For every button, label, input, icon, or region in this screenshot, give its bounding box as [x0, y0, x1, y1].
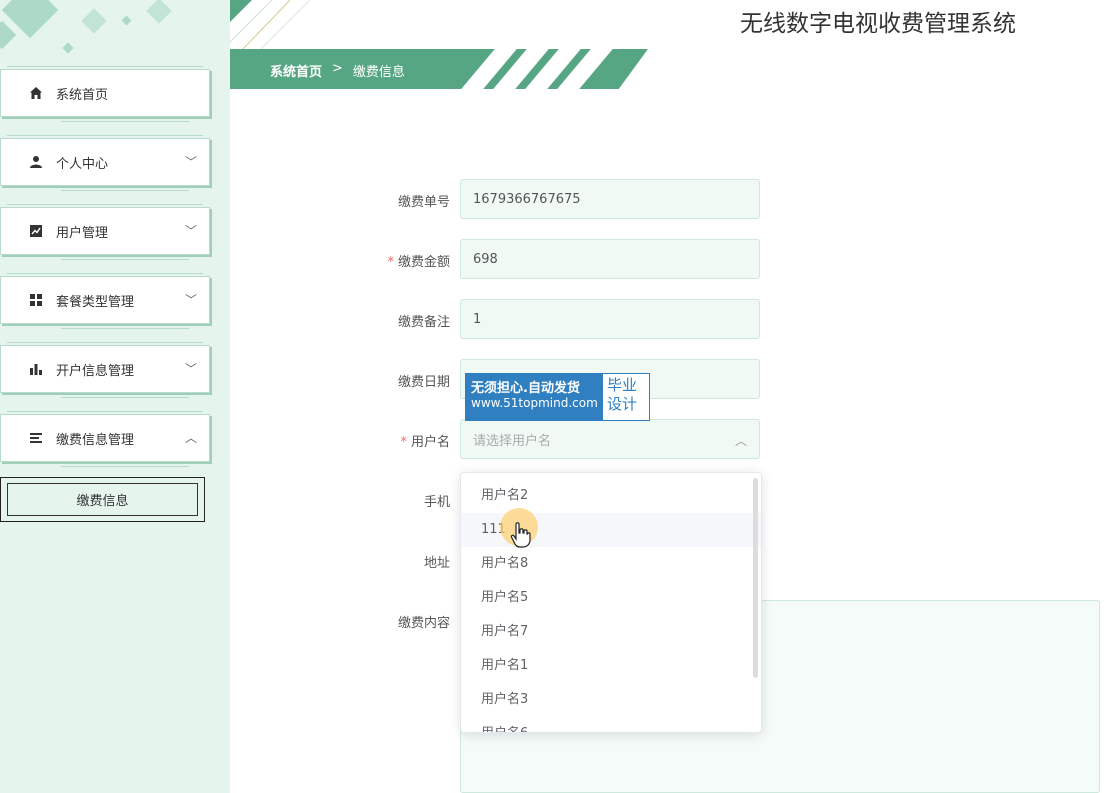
watermark-side: 毕业 设计	[603, 374, 649, 420]
dropdown-option[interactable]: 用户名5	[461, 581, 761, 615]
app-title: 无线数字电视收费管理系统	[740, 11, 1016, 37]
sidebar-item-home[interactable]: 系统首页	[0, 66, 210, 122]
username-select[interactable]: 请选择用户名 ︿	[460, 419, 760, 459]
order-no-label: 缴费单号	[397, 195, 450, 210]
grid-icon	[28, 292, 44, 308]
sidebar-item-personal-center[interactable]: 个人中心 ﹀	[0, 135, 210, 191]
dropdown-option[interactable]: 用户名3	[461, 683, 761, 717]
required-mark: *	[400, 435, 407, 450]
required-mark: *	[387, 255, 394, 270]
dropdown-option[interactable]: 用户名7	[461, 615, 761, 649]
breadcrumb-separator: >	[332, 61, 343, 76]
user-icon	[28, 154, 44, 170]
dropdown-option[interactable]: 用户名2	[461, 479, 761, 513]
sidebar-item-label: 套餐类型管理	[56, 294, 135, 310]
chevron-down-icon: ﹀	[184, 293, 197, 307]
watermark-main: 无须担心.自动发货 www.51topmind.com	[466, 374, 603, 420]
dropdown-option[interactable]: 用户名8	[461, 547, 761, 581]
sidebar-subitem-payment-info[interactable]: 缴费信息	[0, 477, 205, 522]
chevron-up-icon: ︿	[184, 431, 197, 445]
watermark-badge: 无须担心.自动发货 www.51topmind.com 毕业 设计	[465, 373, 650, 421]
content-label: 缴费内容	[397, 616, 450, 631]
sidebar-subitem-label: 缴费信息	[76, 494, 129, 509]
sidebar-item-label: 用户管理	[56, 225, 109, 241]
phone-label: 手机	[423, 495, 450, 510]
sidebar-item-payment-management[interactable]: 缴费信息管理 ︿	[0, 411, 210, 467]
breadcrumb-current: 缴费信息	[352, 65, 405, 80]
decor-square	[146, 0, 172, 24]
sidebar: 系统首页 个人中心 ﹀ 用户管理 ﹀ 套餐类型管理 ﹀ 开户信息管理 ﹀ 缴费信…	[0, 0, 230, 793]
date-label: 缴费日期	[397, 375, 450, 390]
home-icon	[28, 85, 44, 101]
bar-chart-icon	[28, 361, 44, 377]
chevron-down-icon: ﹀	[184, 155, 197, 169]
decor-square	[0, 20, 17, 50]
remark-label: 缴费备注	[397, 315, 450, 330]
order-no-input[interactable]: 1679366767675	[460, 179, 760, 219]
sidebar-item-label: 系统首页	[56, 87, 109, 103]
sidebar-item-account-info[interactable]: 开户信息管理 ﹀	[0, 342, 210, 398]
address-label: 地址	[423, 556, 450, 571]
username-dropdown: 用户名2 111 用户名8 用户名5 用户名7 用户名1 用户名3 用户名6	[460, 472, 762, 733]
chevron-down-icon: ﹀	[184, 362, 197, 376]
sidebar-item-user-management[interactable]: 用户管理 ﹀	[0, 204, 210, 260]
chart-icon	[28, 223, 44, 239]
remark-input[interactable]: 1	[460, 299, 760, 339]
breadcrumb: 系统首页 > 缴费信息	[270, 61, 405, 80]
hand-cursor-icon	[510, 522, 531, 548]
chevron-up-icon: ︿	[734, 434, 747, 448]
dropdown-option[interactable]: 用户名6	[461, 717, 761, 732]
decor-square	[81, 8, 107, 34]
breadcrumb-home-link[interactable]: 系统首页	[270, 61, 322, 80]
amount-label: * 缴费金额	[387, 255, 450, 270]
username-placeholder: 请选择用户名	[473, 433, 552, 449]
sidebar-item-label: 开户信息管理	[56, 363, 135, 379]
decor-square	[62, 42, 74, 54]
sidebar-item-label: 个人中心	[56, 156, 109, 172]
chevron-down-icon: ﹀	[184, 224, 197, 238]
decor-square	[121, 15, 132, 26]
list-icon	[28, 430, 44, 446]
username-label: * 用户名	[400, 435, 450, 450]
amount-input[interactable]: 698	[460, 239, 760, 279]
sidebar-item-package-type[interactable]: 套餐类型管理 ﹀	[0, 273, 210, 329]
header-decoration	[230, 0, 330, 50]
dropdown-option[interactable]: 用户名1	[461, 649, 761, 683]
dropdown-scrollbar[interactable]	[753, 478, 758, 678]
sidebar-item-label: 缴费信息管理	[56, 432, 135, 448]
